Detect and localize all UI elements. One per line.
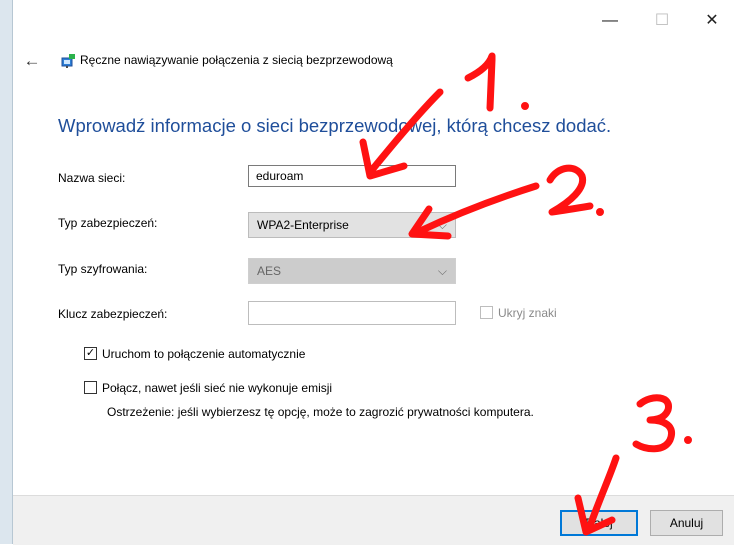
network-icon xyxy=(60,53,76,69)
maximize-icon: ☐ xyxy=(654,12,670,29)
hide-characters-checkbox xyxy=(480,306,493,319)
back-button[interactable]: ← xyxy=(20,51,44,71)
security-key-input[interactable] xyxy=(248,301,456,325)
warning-text: Ostrzeżenie: jeśli wybierzesz tę opcję, … xyxy=(107,405,534,419)
chevron-down-icon: ⌵ xyxy=(437,217,447,232)
connect-hidden-label: Połącz, nawet jeśli sieć nie wykonuje em… xyxy=(102,381,333,395)
minimize-button[interactable]: — xyxy=(588,6,632,36)
chevron-down-icon: ⌵ xyxy=(437,263,447,278)
page-heading: Wprowadź informacje o sieci bezprzewodow… xyxy=(58,115,612,136)
close-button[interactable]: ✕ xyxy=(690,6,734,36)
security-type-select[interactable]: WPA2-Enterprise ⌵ xyxy=(248,212,456,238)
connect-hidden-checkbox[interactable] xyxy=(84,381,97,394)
back-arrow-icon: ← xyxy=(23,51,41,70)
security-type-label: Typ zabezpieczeń: xyxy=(58,216,158,230)
encryption-type-label: Typ szyfrowania: xyxy=(58,262,148,276)
network-name-label: Nazwa sieci: xyxy=(58,171,126,185)
hide-characters-label: Ukryj znaki xyxy=(498,306,557,320)
minimize-icon: — xyxy=(602,12,618,29)
maximize-button: ☐ xyxy=(640,6,684,36)
auto-connect-label: Uruchom to połączenie automatycznie xyxy=(102,347,306,361)
encryption-type-value: AES xyxy=(257,264,282,278)
network-name-value: eduroam xyxy=(256,169,304,183)
next-button[interactable]: Dalej xyxy=(560,510,638,536)
background-window-edge xyxy=(0,0,13,544)
next-button-label: Dalej xyxy=(585,516,613,530)
window-title: Ręczne nawiązywanie połączenia z siecią … xyxy=(80,53,393,67)
security-key-label: Klucz zabezpieczeń: xyxy=(58,307,168,321)
check-icon: ✓ xyxy=(85,347,96,359)
cancel-button[interactable]: Anuluj xyxy=(650,510,723,536)
encryption-type-select: AES ⌵ xyxy=(248,258,456,284)
close-icon: ✕ xyxy=(705,12,719,29)
auto-connect-checkbox[interactable]: ✓ xyxy=(84,347,97,360)
network-name-input[interactable]: eduroam xyxy=(248,165,456,187)
security-type-value: WPA2-Enterprise xyxy=(257,218,349,232)
cancel-button-label: Anuluj xyxy=(669,516,704,530)
